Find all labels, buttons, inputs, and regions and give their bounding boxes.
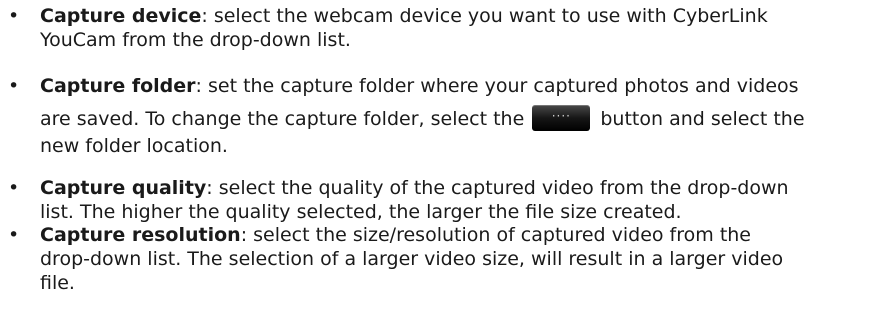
text-line: Capture resolution: select the size/reso… [40, 223, 880, 247]
list-item-text: Capture resolution: select the size/reso… [40, 223, 880, 295]
description-text: button and select the [594, 108, 805, 130]
ellipsis-icon: ···· [551, 108, 571, 123]
text-line: drop-down list. The selection of a large… [40, 248, 784, 270]
term-label: Capture folder [40, 75, 196, 97]
list-item-text: Capture quality: select the quality of t… [40, 176, 880, 224]
text-line: file. [40, 272, 75, 294]
term-label: Capture resolution [40, 224, 241, 246]
bullet-glyph: • [8, 75, 20, 97]
text-line: are saved. To change the capture folder,… [40, 104, 880, 134]
description-text: : select the quality of the captured vid… [206, 177, 789, 199]
description-text: : set the capture folder where your capt… [195, 75, 799, 97]
bullet-glyph: • [8, 177, 20, 199]
text-line: Capture folder: set the capture folder w… [40, 74, 880, 98]
text-line: Capture quality: select the quality of t… [40, 176, 880, 200]
description-text: : select the size/resolution of captured… [240, 224, 751, 246]
text-line: new folder location. [40, 135, 228, 157]
browse-folder-button: ···· [532, 104, 591, 131]
list-item-text: Capture folder: set the capture folder w… [40, 74, 880, 158]
description-text: are saved. To change the capture folder,… [40, 108, 531, 130]
description-text: : select the webcam device you want to u… [201, 5, 768, 27]
list-item-text: Capture device: select the webcam device… [40, 4, 880, 52]
document-page: • Capture device: select the webcam devi… [0, 0, 894, 321]
bullet-glyph: • [8, 5, 20, 27]
text-line: Capture device: select the webcam device… [40, 4, 880, 28]
text-line: YouCam from the drop-down list. [40, 29, 351, 51]
text-line: list. The higher the quality selected, t… [40, 201, 682, 223]
term-label: Capture quality [40, 177, 207, 199]
term-label: Capture device [40, 5, 202, 27]
bullet-glyph: • [8, 224, 20, 246]
